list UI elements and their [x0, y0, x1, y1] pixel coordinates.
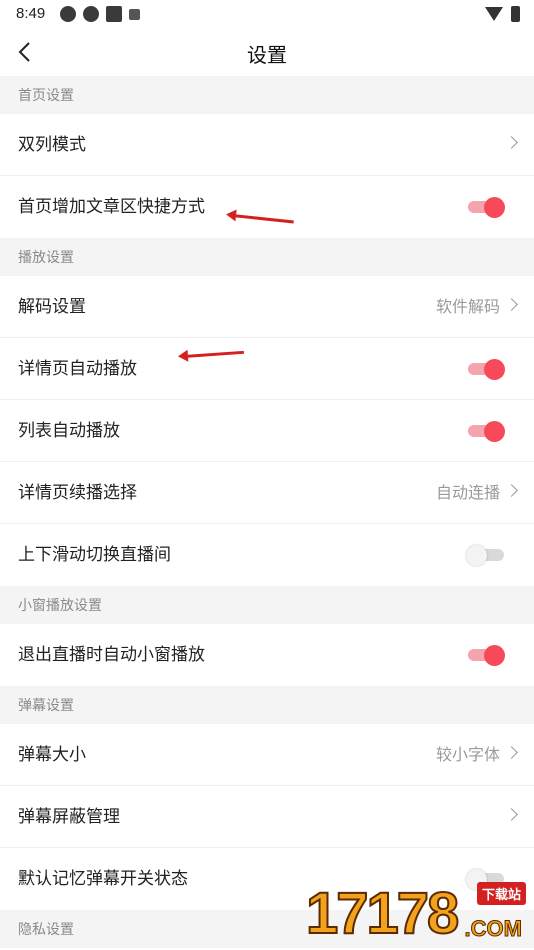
toggle-switch[interactable] — [468, 645, 505, 666]
section-header: 播放设置 — [0, 238, 534, 276]
row-label: 上下滑动切换直播间 — [18, 545, 171, 565]
settings-list: 首页设置双列模式首页增加文章区快捷方式播放设置解码设置 软件解码详情页自动播放 列表… — [0, 76, 534, 948]
section-header: 小窗播放设置 — [0, 586, 534, 624]
toggle-switch[interactable] — [466, 545, 504, 566]
status-time: 8:49 — [16, 5, 46, 22]
row-detail-autoplay[interactable]: 详情页自动播放 — [0, 338, 534, 400]
chevron-right-icon — [505, 808, 518, 821]
row-label: 双列模式 — [18, 135, 86, 155]
battery-icon — [511, 6, 520, 22]
toggle-knob — [466, 545, 487, 566]
row-label: 退出直播时自动小窗播放 — [18, 645, 205, 665]
row-label: 列表自动播放 — [18, 421, 120, 441]
row-value: 自动连播 — [435, 483, 500, 502]
watermark-badge: 下载站 — [476, 882, 526, 905]
watermark-suffix: .COM — [464, 916, 522, 942]
row-exit-live-mini-window[interactable]: 退出直播时自动小窗播放 — [0, 624, 534, 686]
chevron-right-icon — [505, 484, 518, 497]
row-value: 软件解码 — [435, 297, 500, 316]
row-home-article-shortcut[interactable]: 首页增加文章区快捷方式 — [0, 176, 534, 238]
notification-app-icon — [83, 6, 99, 22]
watermark-digits: 17178 — [305, 880, 460, 947]
toggle-switch[interactable] — [468, 421, 505, 442]
system-icons — [485, 6, 520, 22]
row-label: 详情页续播选择 — [18, 483, 137, 503]
section-header: 首页设置 — [0, 76, 534, 114]
wifi-icon — [485, 7, 503, 21]
row-decode-settings[interactable]: 解码设置 软件解码 — [0, 276, 534, 338]
row-value: 较小字体 — [435, 745, 500, 764]
notification-app-icon — [60, 6, 76, 22]
chevron-right-icon — [505, 298, 518, 311]
row-swipe-switch-live[interactable]: 上下滑动切换直播间 — [0, 524, 534, 586]
row-list-autoplay[interactable]: 列表自动播放 — [0, 400, 534, 462]
row-label: 详情页自动播放 — [18, 359, 137, 379]
nav-bar: 设置 — [0, 28, 534, 76]
toggle-knob — [484, 645, 505, 666]
notification-icons — [60, 6, 140, 22]
row-label: 默认记忆弹幕开关状态 — [18, 869, 188, 889]
row-detail-continue-play[interactable]: 详情页续播选择 自动连播 — [0, 462, 534, 524]
toggle-knob — [484, 359, 505, 380]
toggle-knob — [484, 421, 505, 442]
row-label: 弹幕屏蔽管理 — [18, 807, 120, 827]
row-label: 解码设置 — [18, 297, 86, 317]
row-danmaku-size[interactable]: 弹幕大小 较小字体 — [0, 724, 534, 786]
toggle-knob — [484, 197, 505, 218]
chevron-right-icon — [505, 136, 518, 149]
page-title: 设置 — [247, 43, 287, 67]
row-danmaku-block[interactable]: 弹幕屏蔽管理 — [0, 786, 534, 848]
row-label: 首页增加文章区快捷方式 — [18, 197, 205, 217]
toggle-switch[interactable] — [468, 359, 505, 380]
chevron-right-icon — [505, 746, 518, 759]
row-dual-column-mode[interactable]: 双列模式 — [0, 114, 534, 176]
status-bar: 8:49 — [0, 0, 534, 28]
notification-square-icon — [106, 6, 122, 22]
notification-a-icon — [129, 9, 140, 20]
site-watermark-logo: 17178 下载站 .COM — [305, 880, 528, 947]
section-header: 弹幕设置 — [0, 686, 534, 724]
toggle-switch[interactable] — [468, 197, 505, 218]
row-label: 弹幕大小 — [18, 745, 86, 765]
